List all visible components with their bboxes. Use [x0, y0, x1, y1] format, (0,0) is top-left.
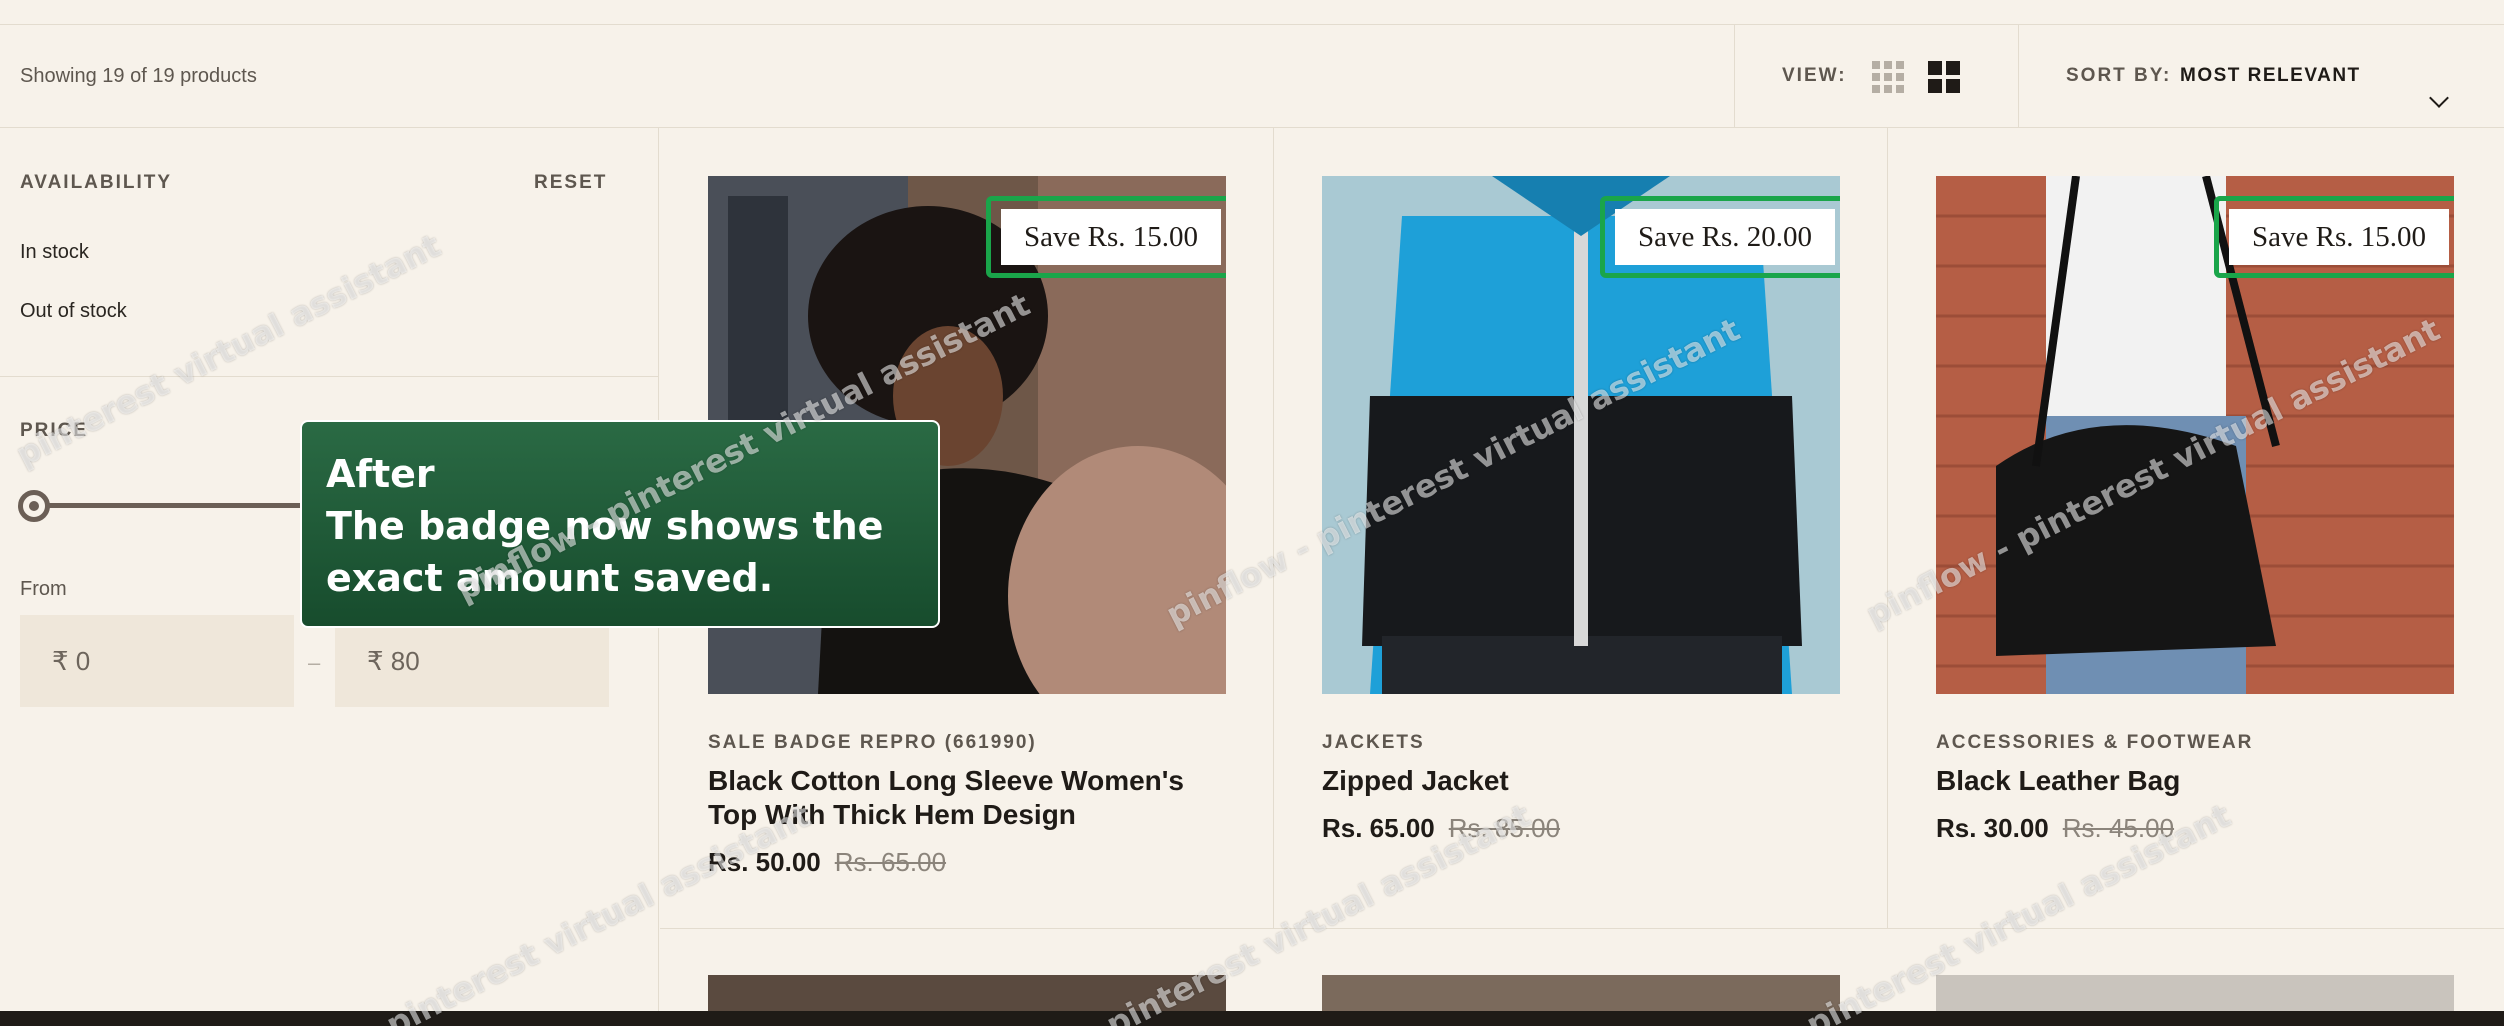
filter-in-stock[interactable]: In stock — [20, 241, 89, 264]
divider — [660, 928, 2504, 929]
toolbar: Showing 19 of 19 products VIEW: SORT BY:… — [0, 24, 2504, 128]
sale-price: Rs. 65.00 — [1322, 813, 1435, 843]
chevron-down-icon[interactable] — [2429, 88, 2449, 108]
sale-price: Rs. 30.00 — [1936, 813, 2049, 843]
price-slider-handle[interactable] — [18, 490, 50, 522]
product-title[interactable]: Black Leather Bag — [1936, 764, 2454, 798]
sort-label: SORT BY: — [2066, 65, 2172, 86]
filter-out-of-stock[interactable]: Out of stock — [20, 300, 127, 323]
product-category: JACKETS — [1322, 732, 1425, 753]
product-category: ACCESSORIES & FOOTWEAR — [1936, 732, 2254, 753]
product-category: SALE BADGE REPRO (661990) — [708, 732, 1037, 753]
product-title[interactable]: Zipped Jacket — [1322, 764, 1840, 798]
sale-badge: Save Rs. 15.00 — [2214, 196, 2454, 278]
price-max-input[interactable]: ₹ 80 — [335, 615, 609, 707]
sale-badge-text: Save Rs. 15.00 — [1001, 209, 1221, 265]
price-slider-track[interactable] — [30, 503, 300, 508]
grid-small-view-icon[interactable] — [1872, 61, 1904, 93]
divider — [1734, 25, 1735, 127]
sale-badge: Save Rs. 15.00 — [986, 196, 1226, 278]
sort-dropdown[interactable]: MOST RELEVANT — [2180, 25, 2361, 127]
reset-button[interactable]: RESET — [534, 172, 607, 194]
product-image[interactable] — [1936, 975, 2454, 1015]
sale-badge-text: Save Rs. 15.00 — [2229, 209, 2449, 265]
grid-large-view-icon[interactable] — [1928, 61, 1960, 93]
bottom-bar — [0, 1011, 2504, 1026]
divider — [2018, 25, 2019, 127]
product-image[interactable] — [1322, 975, 1840, 1015]
price-separator: – — [308, 650, 321, 675]
product-image[interactable]: Save Rs. 20.00 — [1322, 176, 1840, 694]
availability-title: AVAILABILITY — [20, 172, 173, 193]
view-label: VIEW: — [1782, 65, 1847, 86]
price-min-input[interactable]: ₹ 0 — [20, 615, 294, 707]
sale-badge-text: Save Rs. 20.00 — [1615, 209, 1835, 265]
sale-badge: Save Rs. 20.00 — [1600, 196, 1840, 278]
compare-price: Rs. 65.00 — [834, 847, 947, 877]
divider — [0, 376, 659, 377]
from-label: From — [20, 578, 67, 600]
product-count: Showing 19 of 19 products — [20, 65, 257, 87]
